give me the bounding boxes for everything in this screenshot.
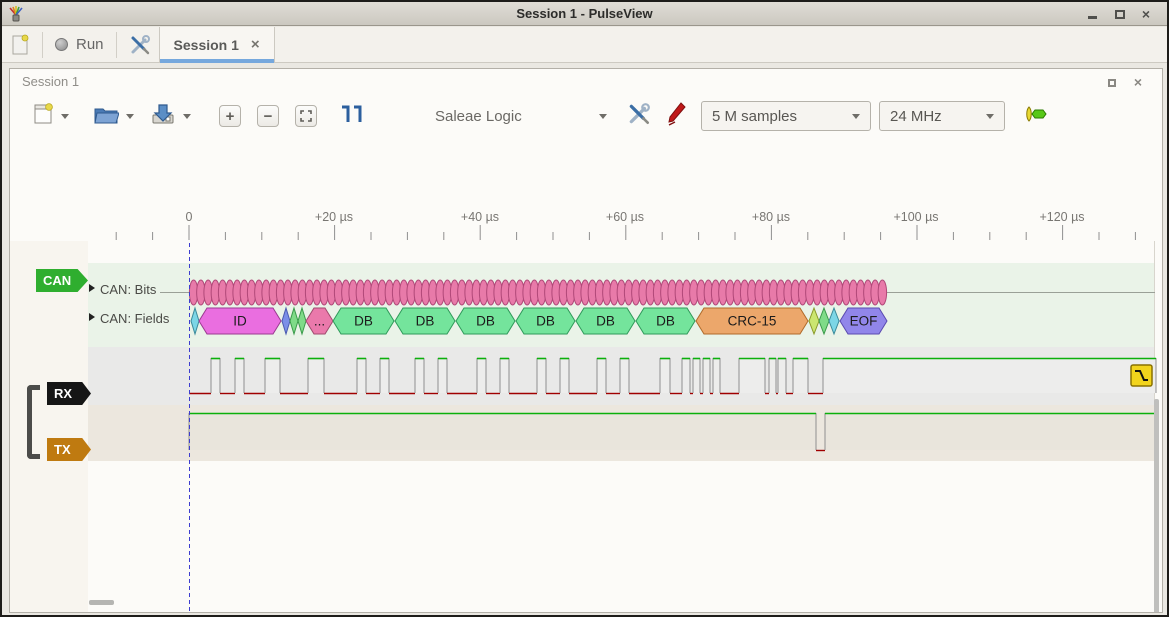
new-document-icon xyxy=(32,102,54,126)
svg-text:+20 µs: +20 µs xyxy=(315,210,353,224)
channels-button[interactable] xyxy=(627,102,651,131)
tools-icon xyxy=(129,34,151,56)
new-file-button[interactable] xyxy=(32,102,54,131)
minimize-button[interactable] xyxy=(1083,6,1101,22)
session-panel: Session 1 × xyxy=(9,68,1163,613)
zoom-fit-button[interactable] xyxy=(295,105,317,127)
decoder-icon xyxy=(1023,105,1049,123)
probe-icon xyxy=(665,101,687,127)
svg-text:+120 µs: +120 µs xyxy=(1039,210,1084,224)
run-button[interactable]: Run xyxy=(47,29,112,61)
separator xyxy=(42,32,43,58)
trigger-pulses-icon xyxy=(339,104,365,124)
new-session-button[interactable] xyxy=(2,29,38,61)
window-title: Session 1 - PulseView xyxy=(2,6,1167,21)
settings-button[interactable] xyxy=(121,29,159,61)
device-selector[interactable]: Saleae Logic xyxy=(435,108,607,125)
horizontal-scrollbar-thumb[interactable] xyxy=(89,600,114,605)
sample-count-caret xyxy=(852,114,860,119)
close-button[interactable]: × xyxy=(1137,6,1155,22)
decoder-tag-can[interactable]: CAN xyxy=(36,269,88,292)
svg-text:+60 µs: +60 µs xyxy=(606,210,644,224)
rx-band xyxy=(88,347,1154,405)
trigger-settings-button[interactable] xyxy=(339,104,365,129)
time-ruler[interactable]: 0 +20 µs +40 µs +60 µs +80 µs +100 µs +120 µs xyxy=(116,210,1135,240)
main-toolbar: Run Session 1 × xyxy=(2,27,1167,63)
tx-band xyxy=(88,405,1154,461)
add-decoder-button[interactable] xyxy=(1023,105,1049,128)
panel-header: Session 1 × xyxy=(10,69,1162,93)
open-dropdown-caret[interactable] xyxy=(126,114,134,119)
maximize-button[interactable] xyxy=(1111,6,1129,22)
run-label: Run xyxy=(76,36,104,53)
decoder-band xyxy=(88,263,1154,347)
new-file-dropdown-caret[interactable] xyxy=(61,114,69,119)
save-button[interactable] xyxy=(150,102,176,131)
sample-rate-value: 24 MHz xyxy=(890,108,942,125)
open-file-button[interactable] xyxy=(93,103,119,130)
titlebar: Session 1 - PulseView × xyxy=(2,2,1167,26)
row-expander-icon[interactable] xyxy=(89,284,95,292)
panel-float-button[interactable] xyxy=(1104,74,1120,90)
save-icon xyxy=(150,102,176,126)
sample-rate-caret xyxy=(986,114,994,119)
sample-count-value: 5 M samples xyxy=(712,108,797,125)
zoom-in-button[interactable]: + xyxy=(219,105,241,127)
tools-icon xyxy=(627,102,651,126)
vertical-scrollbar-thumb[interactable] xyxy=(1154,399,1159,612)
row-expander-icon[interactable] xyxy=(89,313,95,321)
tab-close-icon[interactable]: × xyxy=(251,36,260,53)
zoom-out-button[interactable]: − xyxy=(257,105,279,127)
pulseview-window: Session 1 - PulseView × Run Se xyxy=(0,0,1169,617)
svg-text:+40 µs: +40 µs xyxy=(461,210,499,224)
panel-close-button[interactable]: × xyxy=(1130,74,1146,90)
zoom-fit-icon xyxy=(300,110,312,122)
device-label: Saleae Logic xyxy=(435,108,522,125)
sample-rate-select[interactable]: 24 MHz xyxy=(879,101,1005,131)
run-state-icon xyxy=(55,38,68,51)
probe-button[interactable] xyxy=(665,101,687,132)
channel-group-bracket[interactable] xyxy=(27,385,40,459)
open-folder-icon xyxy=(93,103,119,125)
svg-text:0: 0 xyxy=(186,210,193,224)
session-tab-label: Session 1 xyxy=(174,37,239,53)
channel-tag-rx[interactable]: RX xyxy=(47,382,91,405)
new-document-icon xyxy=(10,34,30,56)
panel-toolbar: + − Saleae Logic xyxy=(10,95,1162,137)
device-dropdown-caret xyxy=(599,114,607,119)
panel-title: Session 1 xyxy=(22,74,79,89)
row-label-can-fields[interactable]: CAN: Fields xyxy=(100,311,169,326)
label-gutter xyxy=(10,241,88,612)
svg-text:+100 µs: +100 µs xyxy=(893,210,938,224)
trace-view[interactable]: 0+20 µs+40 µs+60 µs+80 µs+100 µs+120 µsI… xyxy=(10,137,1162,612)
session-tab[interactable]: Session 1 × xyxy=(159,27,275,63)
sample-count-select[interactable]: 5 M samples xyxy=(701,101,871,131)
separator xyxy=(116,32,117,58)
channel-tag-tx[interactable]: TX xyxy=(47,438,91,461)
save-dropdown-caret[interactable] xyxy=(183,114,191,119)
row-label-can-bits[interactable]: CAN: Bits xyxy=(100,282,156,297)
svg-text:+80 µs: +80 µs xyxy=(752,210,790,224)
